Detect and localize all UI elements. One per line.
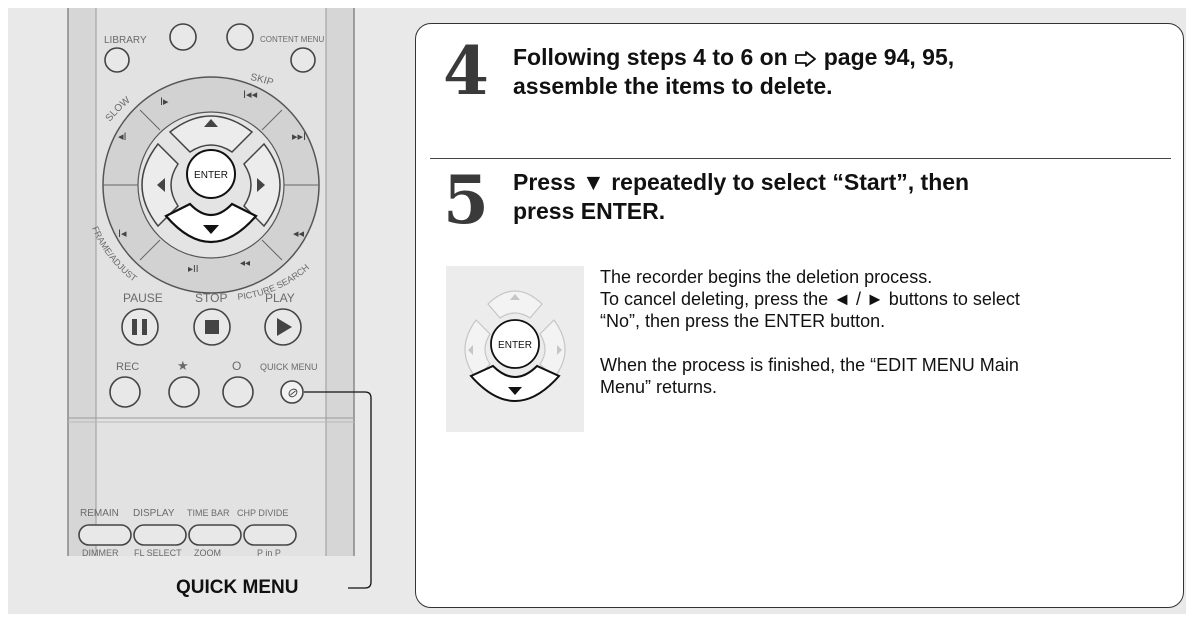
description-line-5: Menu” returns. (600, 377, 718, 397)
chp-divide-label: CHP DIVIDE (237, 508, 288, 518)
library-label: LIBRARY (104, 35, 147, 46)
enter-button-thumbnail: ENTER (446, 266, 584, 432)
quick-menu-remote-label: QUICK MENU (260, 362, 318, 372)
step-5-text: Press ▼ repeatedly to select “Start”, th… (513, 168, 969, 226)
play-label: PLAY (265, 291, 295, 305)
star-label: ★ (177, 358, 189, 373)
step-4-suffix: page 94, 95, (823, 44, 955, 70)
quick-menu-callout-label: QUICK MENU (176, 577, 299, 598)
library-button[interactable] (104, 47, 130, 73)
circle-label: O (232, 359, 241, 373)
thumbnail-pad-illustration: ENTER (464, 290, 566, 402)
display-label: DISPLAY (133, 508, 175, 519)
chp-divide-button[interactable] (243, 524, 297, 546)
description-line-2: To cancel deleting, press the ◄ / ► butt… (600, 289, 1020, 309)
top-left-round-button[interactable] (169, 23, 197, 51)
step-5-description: The recorder begins the deletion process… (600, 266, 1165, 398)
remain-label: REMAIN (80, 508, 119, 519)
dimmer-label: DIMMER (82, 548, 119, 558)
svg-text:◂I: ◂I (118, 131, 127, 143)
content-menu-label: CONTENT MENU (260, 35, 325, 44)
content-menu-button[interactable] (290, 47, 316, 73)
pause-label: PAUSE (123, 291, 163, 305)
step-4-line2: assemble the items to delete. (513, 73, 833, 99)
step-4-prefix: Following steps 4 to 6 on (513, 44, 788, 70)
description-line-3: “No”, then press the ENTER button. (600, 311, 886, 331)
svg-text:◂◂: ◂◂ (240, 258, 250, 269)
pause-icon (132, 319, 137, 335)
step-4-text: Following steps 4 to 6 on page 94, 95, as… (513, 43, 954, 101)
remote-control-illustration: LIBRARY CONTENT MENU I▸ I◂◂ ◂I ▸▸I I◂ ◂◂… (67, 8, 372, 589)
step-4-number: 4 (443, 32, 489, 110)
thumbnail-down-button (469, 364, 561, 402)
quick-menu-icon: ⊘ (287, 385, 298, 400)
rec-label: REC (116, 361, 139, 373)
stop-icon (205, 320, 219, 334)
circle-button[interactable] (222, 376, 254, 408)
star-button[interactable] (168, 376, 200, 408)
step-5-line1: Press ▼ repeatedly to select “Start”, th… (513, 169, 970, 195)
stop-label: STOP (195, 291, 227, 305)
display-button[interactable] (133, 524, 187, 546)
step-5-number: 5 (443, 161, 489, 239)
svg-text:▸▸I: ▸▸I (292, 131, 306, 143)
svg-text:I◂: I◂ (118, 228, 127, 240)
description-line-1: The recorder begins the deletion process… (600, 267, 933, 287)
svg-text:◂◂: ◂◂ (293, 228, 305, 240)
enter-label: ENTER (194, 170, 228, 181)
time-bar-label: TIME BAR (187, 508, 230, 518)
fl-select-label: FL SELECT (134, 548, 182, 558)
zoom-label: ZOOM (194, 548, 221, 558)
p-in-p-label: P in P (257, 548, 281, 558)
page-reference-arrow-icon (794, 51, 816, 67)
top-right-round-button[interactable] (226, 23, 254, 51)
svg-text:I▸: I▸ (160, 96, 169, 108)
step-5-line2: press ENTER. (513, 198, 666, 224)
svg-text:▸II: ▸II (188, 264, 199, 275)
thumbnail-enter-label: ENTER (498, 340, 532, 351)
remain-button[interactable] (78, 524, 132, 546)
time-bar-button[interactable] (188, 524, 242, 546)
step-divider (430, 158, 1171, 160)
svg-text:I◂◂: I◂◂ (243, 89, 258, 101)
rec-button[interactable] (109, 376, 141, 408)
pause-button[interactable] (121, 308, 159, 346)
description-line-4: When the process is finished, the “EDIT … (600, 355, 1019, 375)
